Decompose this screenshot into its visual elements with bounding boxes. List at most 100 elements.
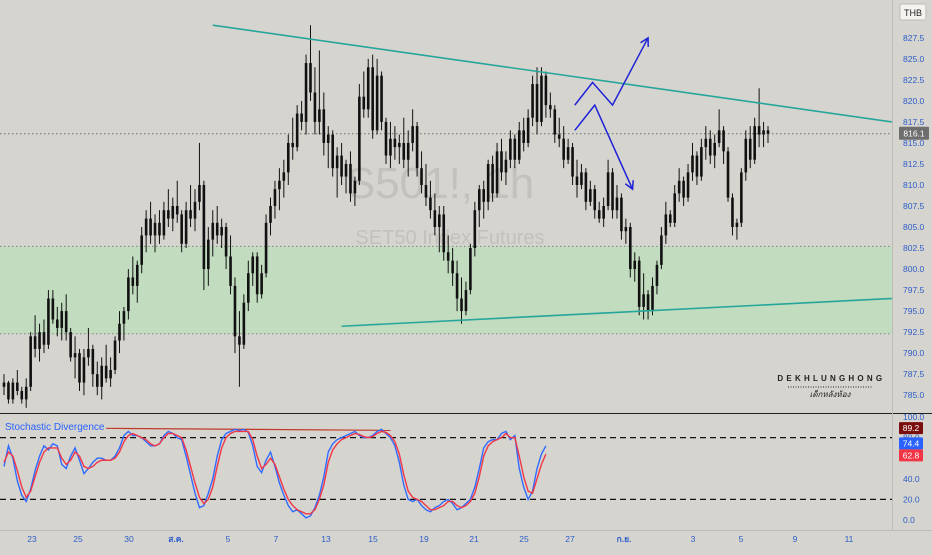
candle-body	[748, 138, 752, 160]
candle-body	[251, 256, 255, 274]
candle-body	[766, 130, 770, 134]
candle-body	[224, 227, 228, 257]
candle-body	[282, 172, 286, 181]
candle-body	[335, 155, 339, 169]
candle-body	[91, 348, 95, 375]
time-tick-label: 25	[519, 534, 529, 544]
candle-body	[340, 155, 343, 177]
indicator-title[interactable]: Stochastic Divergence	[5, 422, 105, 433]
chart-window: S501!, 1h SET50 Index Futures 785.0 787.5…	[0, 0, 932, 550]
candle-body	[220, 227, 223, 236]
candle-body	[229, 256, 232, 286]
candle-body	[198, 184, 201, 202]
candle-body	[211, 222, 215, 240]
candle-body	[260, 273, 263, 295]
candle-body	[371, 67, 374, 131]
candle-body	[171, 206, 175, 219]
candle-body	[664, 214, 668, 236]
candle-body	[402, 142, 406, 160]
price-tick-label: 820.0	[903, 96, 925, 106]
time-tick-label: 15	[368, 534, 378, 544]
candle-body	[566, 147, 570, 160]
candle-body	[144, 218, 148, 236]
candle-body	[140, 235, 143, 265]
candle-body	[313, 92, 317, 122]
candle-body	[167, 210, 170, 219]
candle-body	[486, 163, 490, 202]
candle	[358, 84, 361, 185]
candle-body	[349, 163, 352, 194]
candle-body	[238, 336, 241, 345]
candle-body	[300, 113, 303, 122]
candle-body	[118, 323, 121, 341]
candle-body	[135, 264, 139, 286]
candle-body	[304, 63, 308, 122]
candle-body	[215, 222, 219, 236]
candle-body	[509, 138, 512, 160]
price-tick-label: 797.5	[903, 285, 925, 295]
candle-body	[158, 222, 161, 236]
chart-svg[interactable]: S501!, 1h SET50 Index Futures 785.0787.5…	[0, 0, 932, 550]
time-tick-label: 5	[226, 534, 231, 544]
candle-body	[469, 248, 472, 291]
price-tick-label: 817.5	[903, 117, 925, 127]
candle-body	[553, 109, 557, 135]
time-tick-label: 11	[845, 534, 854, 544]
author-name: D E K H L U N G H O N G	[777, 374, 882, 383]
candle-body	[544, 75, 548, 106]
candle-body	[278, 180, 281, 190]
candle-body	[366, 67, 370, 110]
candle-body	[637, 260, 641, 307]
time-tick-label: 5	[739, 534, 744, 544]
candle-body	[322, 109, 326, 143]
candle-body	[82, 357, 86, 383]
candle-body	[735, 222, 739, 228]
price-tick-label: 827.5	[903, 33, 925, 43]
price-tick-label: 822.5	[903, 75, 925, 85]
candle	[69, 327, 72, 362]
candle-body	[60, 311, 64, 328]
candle-body	[326, 134, 330, 143]
candle	[540, 67, 543, 127]
candle-body	[442, 214, 446, 253]
candle-body	[451, 260, 454, 274]
candle-body	[153, 222, 157, 236]
candle-body	[513, 138, 517, 160]
candle-body	[682, 180, 685, 198]
candle-body	[247, 273, 250, 303]
author-sub: เด็กหลังห้อง	[810, 389, 852, 399]
price-tick-label: 805.0	[903, 222, 925, 232]
oscillator-value-label: 62.8	[903, 450, 920, 460]
time-tick-label: 30	[124, 534, 134, 544]
oscillator-tick-label: 40.0	[903, 474, 920, 484]
candle-body	[16, 382, 19, 391]
time-tick-label: 13	[321, 534, 331, 544]
candle-body	[646, 294, 650, 312]
candle-body	[495, 151, 499, 194]
candle-body	[597, 210, 601, 219]
time-tick-label: ก.ย.	[617, 534, 632, 544]
candle-body	[726, 151, 730, 198]
price-tick-label: 812.5	[903, 159, 925, 169]
candle-body	[762, 130, 765, 135]
candle-body	[393, 138, 397, 148]
candle-body	[100, 365, 104, 387]
candle-body	[504, 159, 508, 173]
candle-body	[87, 348, 90, 358]
oscillator-tick-label: 20.0	[903, 494, 920, 504]
oscillator-tick-label: 100.0	[903, 412, 925, 422]
time-tick-label: 23	[27, 534, 37, 544]
candle-body	[589, 189, 592, 202]
candle-body	[531, 84, 534, 118]
candle-body	[593, 189, 597, 211]
candle-body	[295, 113, 299, 148]
candle-body	[375, 75, 379, 131]
candle-body	[460, 298, 463, 312]
candle-body	[380, 75, 383, 122]
candle-body	[175, 206, 179, 215]
candle-body	[273, 189, 277, 206]
time-tick-label: 27	[565, 534, 575, 544]
candle	[264, 214, 268, 278]
candle-body	[540, 75, 543, 122]
candle-body	[11, 382, 15, 400]
